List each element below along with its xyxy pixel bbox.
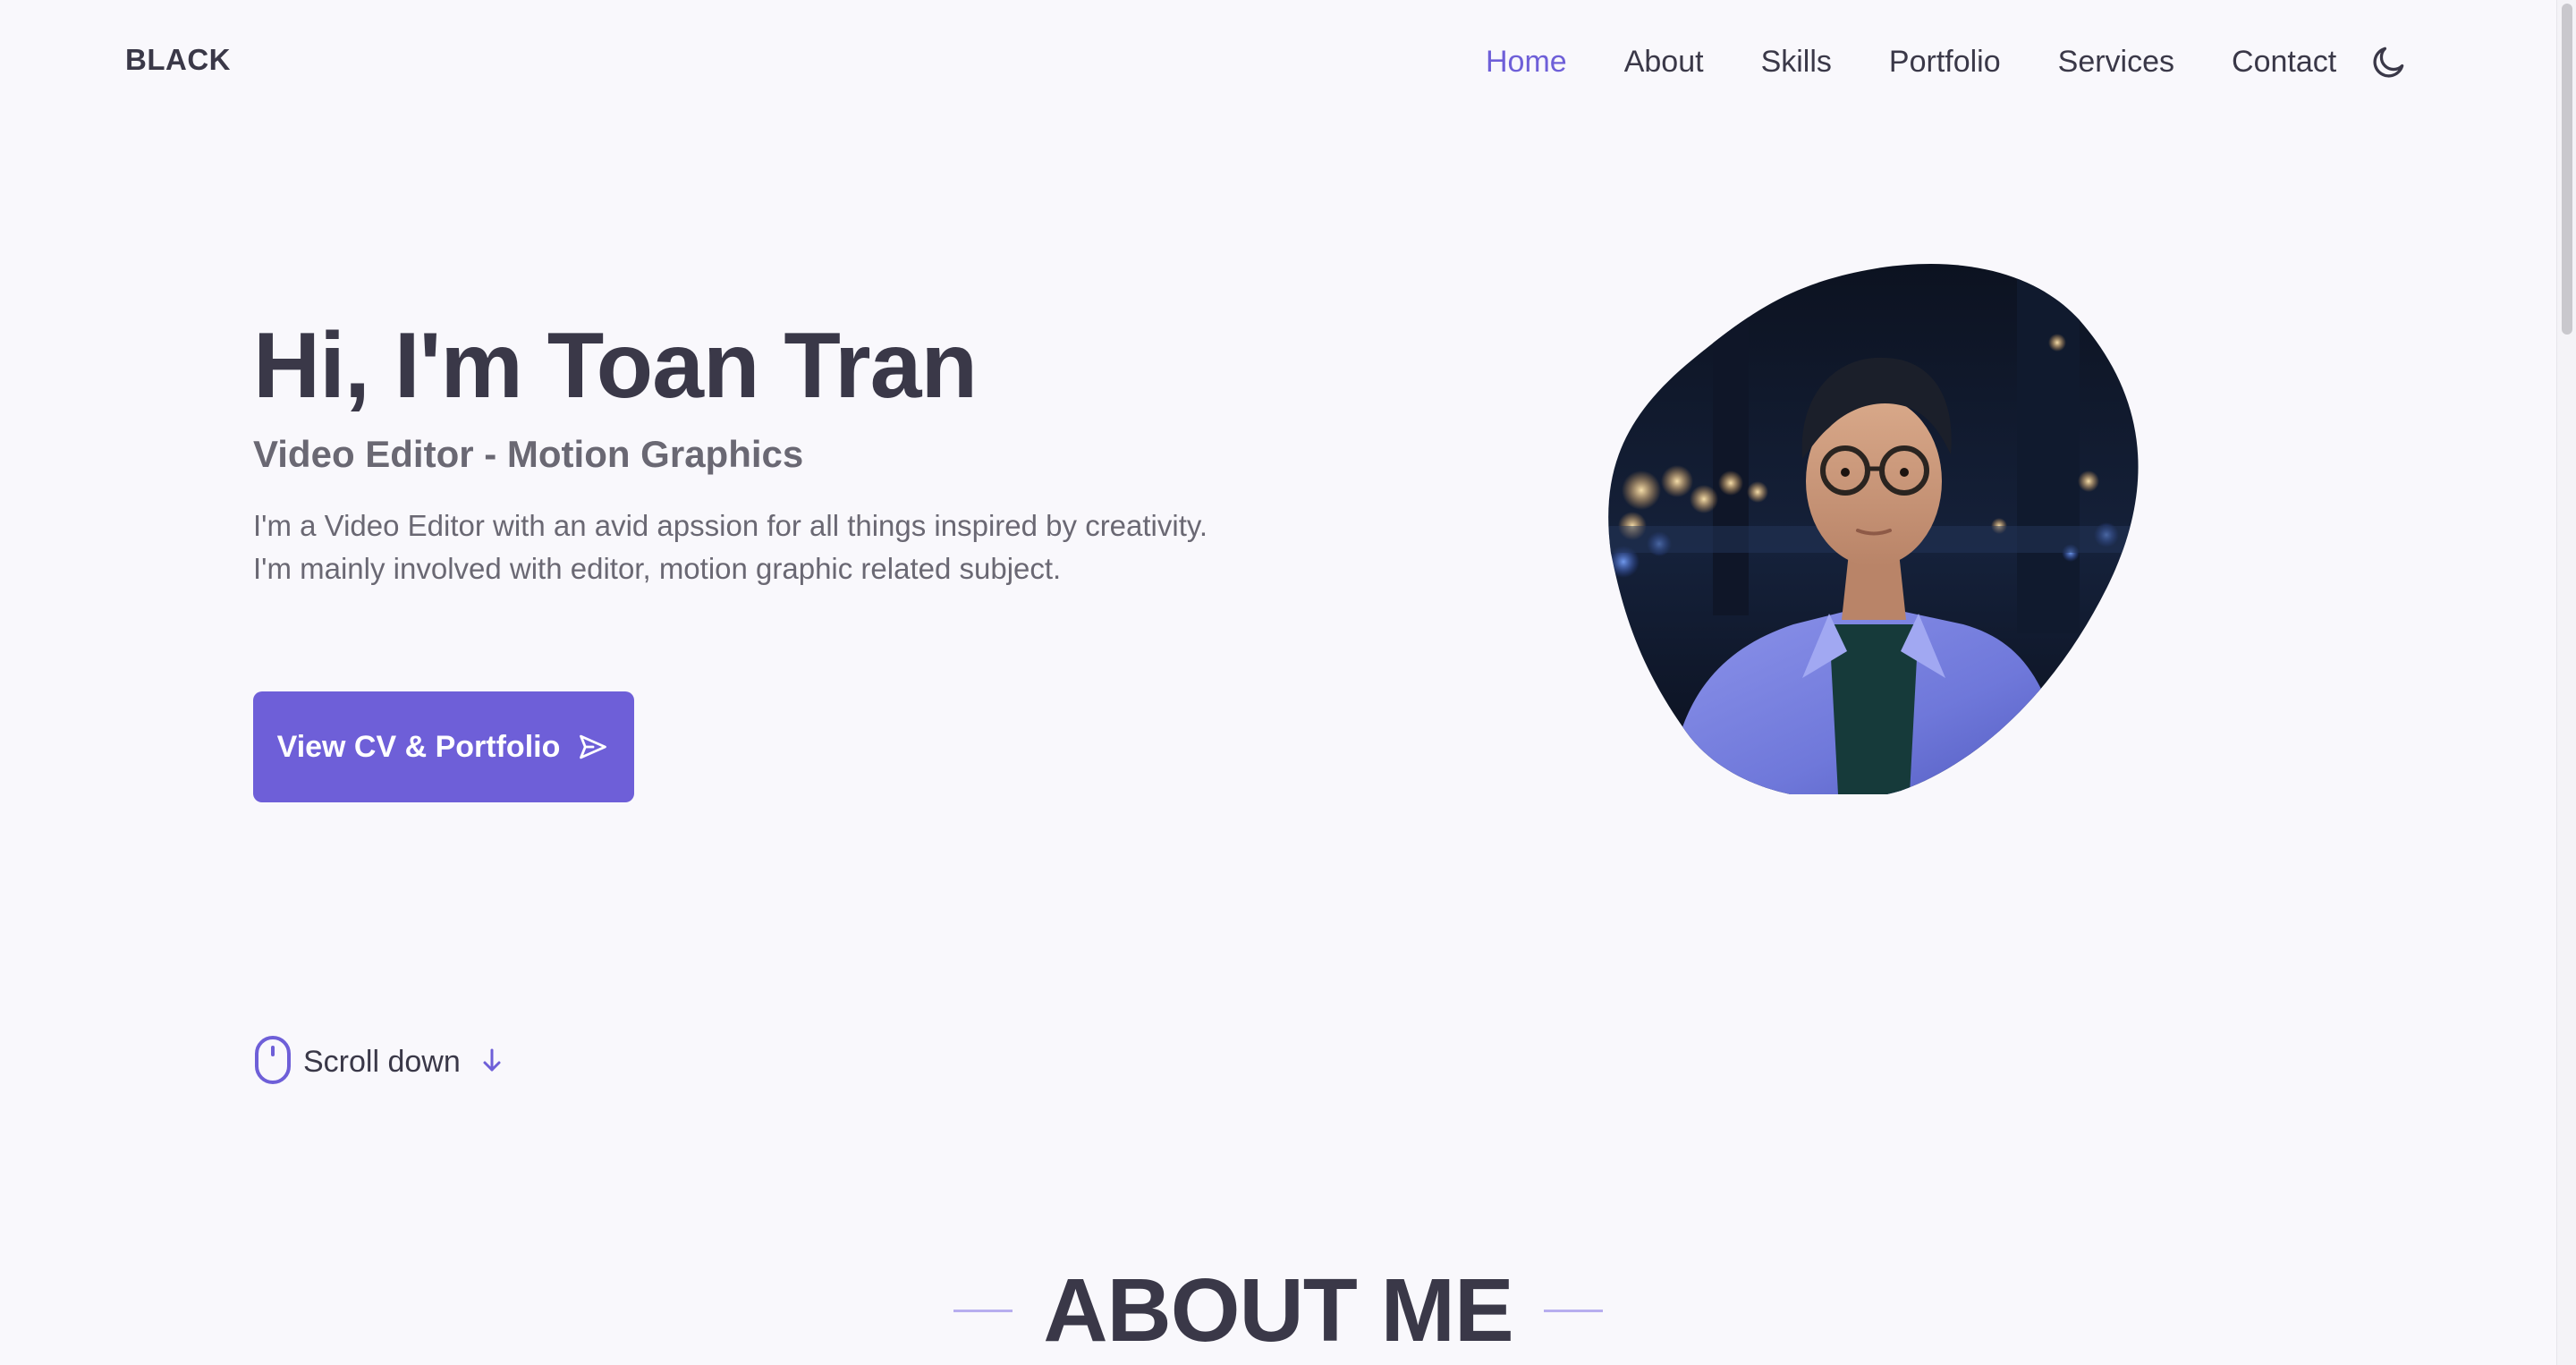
page: BLACK Home About Skills Portfolio Servic… (0, 0, 2576, 1365)
nav-contact[interactable]: Contact (2232, 39, 2336, 84)
nav-about[interactable]: About (1624, 39, 1704, 84)
main-nav: Home About Skills Portfolio Services Con… (1486, 39, 2411, 84)
send-icon (576, 730, 610, 764)
nav-skills[interactable]: Skills (1761, 39, 1832, 84)
nav-home[interactable]: Home (1486, 39, 1567, 84)
scrollbar[interactable] (2556, 0, 2576, 1365)
profile-photo (1606, 258, 2160, 794)
heading-rule-left (953, 1310, 1013, 1312)
arrow-down-icon (480, 1047, 504, 1078)
moon-icon[interactable] (2367, 39, 2411, 84)
hero-title: Hi, I'm Toan Tran (253, 314, 978, 418)
scrollbar-thumb[interactable] (2562, 4, 2572, 335)
hero-description: I'm a Video Editor with an avid apssion … (253, 509, 1208, 585)
about-section-heading: ABOUT ME (0, 1259, 2556, 1362)
heading-rule-right (1543, 1310, 1603, 1312)
logo[interactable]: BLACK (125, 43, 231, 77)
site-header: BLACK Home About Skills Portfolio Servic… (0, 0, 2556, 125)
scroll-down-label: Scroll down (303, 1045, 461, 1079)
nav-services[interactable]: Services (2058, 39, 2174, 84)
scroll-down-link[interactable]: Scroll down (253, 1035, 504, 1089)
view-cv-button-label: View CV & Portfolio (276, 729, 561, 764)
hero-subtitle: Video Editor - Motion Graphics (253, 433, 804, 475)
view-cv-button[interactable]: View CV & Portfolio (253, 691, 634, 802)
nav-portfolio[interactable]: Portfolio (1889, 39, 2001, 84)
mouse-icon (253, 1035, 292, 1089)
about-title: ABOUT ME (1043, 1260, 1513, 1361)
